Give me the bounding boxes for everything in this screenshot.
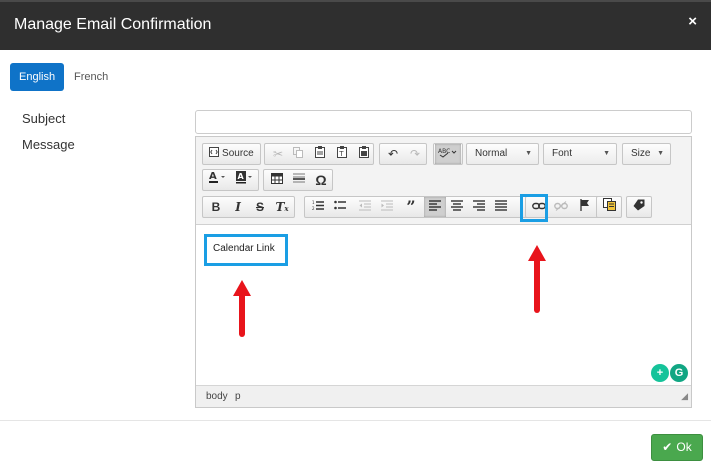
source-group: Source	[202, 143, 261, 165]
element-path-bar: body p ◢	[196, 385, 691, 407]
grammarly-widget[interactable]: + G	[651, 364, 691, 384]
special-char-icon[interactable]: Ω	[310, 170, 332, 190]
numbered-list-icon[interactable]: 12	[307, 197, 329, 217]
unlink-icon[interactable]	[550, 197, 572, 217]
background-color-icon[interactable]: A	[232, 170, 258, 190]
ok-button[interactable]: ✔ Ok	[651, 434, 703, 461]
svg-text:2: 2	[312, 206, 315, 211]
align-left-icon[interactable]	[424, 197, 446, 217]
tab-english[interactable]: English	[10, 63, 65, 91]
resize-handle-icon[interactable]: ◢	[681, 391, 688, 405]
font-combo[interactable]: Font ▼	[543, 143, 617, 165]
red-arrow-up-right	[528, 245, 546, 313]
svg-text:1: 1	[312, 200, 315, 205]
calendar-link-text[interactable]: Calendar Link	[213, 243, 275, 254]
bulleted-list-icon[interactable]	[329, 197, 351, 217]
table-icon[interactable]	[266, 170, 288, 190]
message-label: Message	[22, 137, 75, 152]
rich-text-editor: Source ✂ T ↶ ↷ ABC Normal ▼ Font ▼ Size …	[195, 136, 692, 408]
link-button-highlight	[520, 194, 548, 222]
editor-content-area[interactable]: Calendar Link + G	[196, 226, 691, 384]
chevron-down-icon: ▼	[525, 150, 532, 157]
source-icon	[209, 147, 220, 157]
source-button[interactable]: Source	[203, 144, 260, 164]
history-group: ↶ ↷	[379, 143, 427, 165]
font-combo-value: Font	[552, 148, 573, 159]
basic-styles-group: B I S Tx	[202, 196, 295, 218]
copy-icon[interactable]	[287, 144, 309, 164]
source-label: Source	[222, 148, 254, 159]
spellcheck-group: ABC	[433, 143, 463, 165]
decrease-indent-icon[interactable]	[354, 197, 376, 217]
remove-format-icon[interactable]: Tx	[271, 197, 293, 217]
align-center-icon[interactable]	[446, 197, 468, 217]
blockquote-icon[interactable]: ”	[400, 197, 422, 217]
path-item-body[interactable]: body	[206, 391, 228, 402]
placeholder-group	[626, 196, 652, 218]
paste-icon[interactable]	[309, 144, 331, 164]
chevron-down-icon: ▼	[603, 150, 610, 157]
align-justify-icon[interactable]	[490, 197, 512, 217]
svg-text:A: A	[209, 171, 217, 182]
format-combo-value: Normal	[475, 148, 508, 159]
text-color-icon[interactable]: A	[205, 170, 231, 190]
strikethrough-icon[interactable]: S	[249, 197, 271, 217]
svg-text:A: A	[238, 172, 245, 181]
checkmark-icon: ✔	[662, 440, 673, 454]
dialog-title: Manage Email Confirmation	[14, 16, 212, 33]
align-right-icon[interactable]	[468, 197, 490, 217]
paste-text-icon[interactable]: T	[331, 144, 353, 164]
tab-french[interactable]: French	[65, 63, 117, 91]
colors-group: A A	[202, 169, 259, 191]
bold-icon[interactable]: B	[205, 197, 227, 217]
paragraph-group: 12 ”	[304, 196, 544, 218]
increase-indent-icon[interactable]	[376, 197, 398, 217]
chevron-down-icon: ▼	[657, 150, 664, 157]
cut-icon[interactable]: ✂	[267, 144, 289, 164]
insert-group: Ω	[263, 169, 333, 191]
format-combo[interactable]: Normal ▼	[466, 143, 539, 165]
svg-text:T: T	[338, 150, 344, 158]
spellcheck-icon[interactable]: ABC	[435, 144, 461, 164]
close-icon[interactable]: ×	[688, 13, 697, 30]
path-item-p[interactable]: p	[235, 391, 241, 402]
paste-word-icon[interactable]	[353, 144, 375, 164]
subject-input[interactable]	[195, 110, 692, 134]
templates-icon[interactable]	[598, 197, 620, 217]
anchor-flag-icon[interactable]	[574, 197, 596, 217]
templates-group	[596, 196, 622, 218]
clipboard-group: ✂ T	[264, 143, 374, 165]
calendar-link-highlight: Calendar Link	[204, 234, 288, 266]
size-combo-value: Size	[631, 148, 651, 159]
size-combo[interactable]: Size ▼	[622, 143, 671, 165]
grammarly-g-icon[interactable]: G	[670, 364, 688, 382]
redo-icon[interactable]: ↷	[404, 144, 426, 164]
grammarly-plus-icon[interactable]: +	[651, 364, 669, 382]
tag-icon[interactable]	[628, 197, 650, 217]
horizontal-rule-icon[interactable]	[288, 170, 310, 190]
dialog-header: Manage Email Confirmation ×	[0, 0, 711, 50]
svg-text:ABC: ABC	[438, 148, 450, 155]
undo-icon[interactable]: ↶	[382, 144, 404, 164]
subject-label: Subject	[22, 111, 66, 126]
ok-label: Ok	[676, 440, 692, 454]
red-arrow-up-left	[233, 280, 251, 337]
editor-toolbar: Source ✂ T ↶ ↷ ABC Normal ▼ Font ▼ Size …	[196, 137, 691, 225]
footer-divider	[0, 420, 711, 421]
italic-icon[interactable]: I	[227, 197, 249, 217]
